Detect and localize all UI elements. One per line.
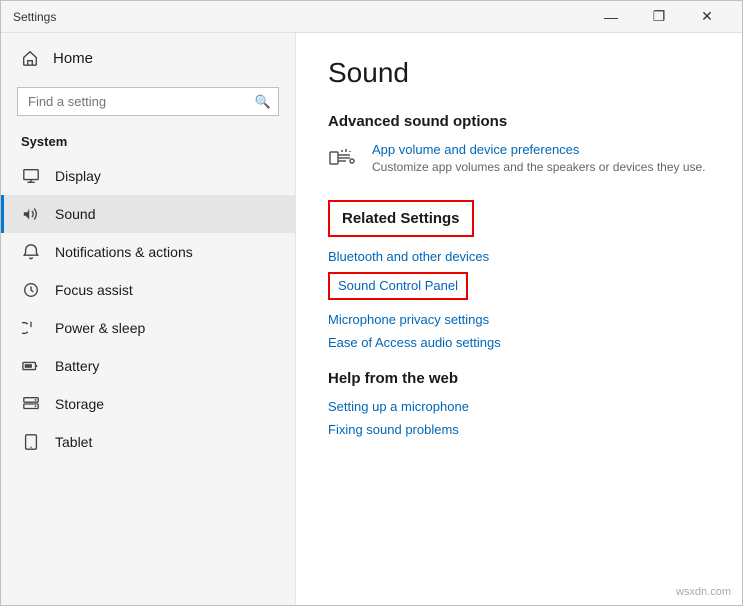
related-link-microphone[interactable]: Microphone privacy settings bbox=[328, 312, 710, 327]
help-link-setup-mic[interactable]: Setting up a microphone bbox=[328, 399, 710, 414]
search-input[interactable] bbox=[17, 87, 279, 116]
sound-control-panel-wrapper: Sound Control Panel bbox=[328, 272, 710, 304]
minimize-button[interactable]: — bbox=[588, 1, 634, 33]
help-links: Setting up a microphone Fixing sound pro… bbox=[328, 399, 710, 437]
battery-icon bbox=[21, 357, 41, 375]
sidebar-item-tablet[interactable]: Tablet bbox=[1, 423, 295, 461]
sidebar-item-storage[interactable]: Storage bbox=[1, 385, 295, 423]
help-link-fix-sound[interactable]: Fixing sound problems bbox=[328, 422, 710, 437]
content-area: Home 🔍 System Display bbox=[1, 33, 742, 605]
related-settings-section: Related Settings Bluetooth and other dev… bbox=[328, 200, 710, 350]
related-link-sound-control-panel[interactable]: Sound Control Panel bbox=[338, 278, 458, 293]
advanced-option-text: App volume and device preferences Custom… bbox=[372, 142, 706, 176]
sidebar-item-storage-label: Storage bbox=[55, 396, 104, 412]
advanced-sound-icon bbox=[328, 142, 360, 174]
help-section: Help from the web Setting up a microphon… bbox=[328, 370, 710, 437]
sidebar-item-battery-label: Battery bbox=[55, 358, 99, 374]
sidebar-item-power-label: Power & sleep bbox=[55, 320, 145, 336]
sidebar-item-display[interactable]: Display bbox=[1, 157, 295, 195]
titlebar: Settings — ❐ ✕ bbox=[1, 1, 742, 33]
storage-icon bbox=[21, 395, 41, 413]
related-settings-box: Related Settings bbox=[328, 200, 474, 237]
related-link-bluetooth[interactable]: Bluetooth and other devices bbox=[328, 249, 710, 264]
sidebar-item-focus[interactable]: Focus assist bbox=[1, 271, 295, 309]
sidebar-item-sound[interactable]: Sound bbox=[1, 195, 295, 233]
related-links: Bluetooth and other devices Sound Contro… bbox=[328, 249, 710, 350]
advanced-option: App volume and device preferences Custom… bbox=[328, 142, 710, 176]
related-link-ease-of-access[interactable]: Ease of Access audio settings bbox=[328, 335, 710, 350]
settings-window: Settings — ❐ ✕ Home 🔍 bbox=[0, 0, 743, 606]
advanced-option-title[interactable]: App volume and device preferences bbox=[372, 142, 706, 157]
sidebar-item-battery[interactable]: Battery bbox=[1, 347, 295, 385]
sidebar-item-notifications[interactable]: Notifications & actions bbox=[1, 233, 295, 271]
power-icon bbox=[21, 319, 41, 337]
home-icon bbox=[21, 49, 39, 67]
search-icon: 🔍 bbox=[255, 94, 271, 110]
home-label: Home bbox=[53, 50, 93, 67]
advanced-option-desc: Customize app volumes and the speakers o… bbox=[372, 159, 706, 176]
titlebar-title: Settings bbox=[13, 10, 588, 24]
notifications-icon bbox=[21, 243, 41, 261]
sidebar-item-focus-label: Focus assist bbox=[55, 282, 133, 298]
page-title: Sound bbox=[328, 57, 710, 89]
titlebar-controls: — ❐ ✕ bbox=[588, 1, 730, 33]
sidebar-section-title: System bbox=[1, 128, 295, 157]
close-button[interactable]: ✕ bbox=[684, 1, 730, 33]
sound-icon bbox=[21, 205, 41, 223]
maximize-button[interactable]: ❐ bbox=[636, 1, 682, 33]
sidebar-item-power[interactable]: Power & sleep bbox=[1, 309, 295, 347]
sidebar-item-tablet-label: Tablet bbox=[55, 434, 92, 450]
sidebar-item-sound-label: Sound bbox=[55, 206, 95, 222]
sidebar-item-home[interactable]: Home bbox=[1, 33, 295, 83]
tablet-icon bbox=[21, 433, 41, 451]
focus-icon bbox=[21, 281, 41, 299]
main-content: Sound Advanced sound options App volume … bbox=[296, 33, 742, 605]
sidebar: Home 🔍 System Display bbox=[1, 33, 296, 605]
search-box: 🔍 bbox=[17, 87, 279, 116]
sidebar-item-notifications-label: Notifications & actions bbox=[55, 244, 193, 260]
display-icon bbox=[21, 167, 41, 185]
sidebar-item-display-label: Display bbox=[55, 168, 101, 184]
sound-control-panel-box: Sound Control Panel bbox=[328, 272, 468, 300]
advanced-section-heading: Advanced sound options bbox=[328, 113, 710, 130]
watermark: wsxdn.com bbox=[676, 586, 731, 598]
related-settings-heading: Related Settings bbox=[342, 210, 460, 227]
help-section-heading: Help from the web bbox=[328, 370, 710, 387]
